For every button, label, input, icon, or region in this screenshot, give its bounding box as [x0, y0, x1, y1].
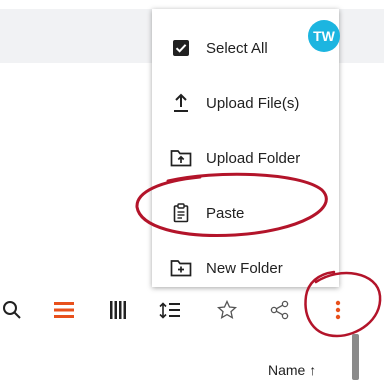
star-icon[interactable] — [215, 298, 239, 322]
name-column-header[interactable]: Name ↑ — [268, 362, 316, 378]
menu-item-upload-files[interactable]: Upload File(s) — [152, 78, 339, 128]
menu-item-label: Paste — [206, 204, 245, 222]
scrollbar-thumb[interactable] — [352, 334, 359, 380]
menu-item-label: Upload Folder — [206, 149, 301, 167]
sort-icon[interactable] — [158, 298, 182, 322]
column-view-icon[interactable] — [106, 298, 130, 322]
folder-plus-icon — [170, 257, 192, 279]
avatar-initials: TW — [313, 28, 335, 44]
clipboard-icon — [170, 202, 192, 224]
upload-icon — [170, 92, 192, 114]
search-icon[interactable] — [0, 298, 24, 322]
context-menu: Select All Upload File(s) Upload Folder … — [152, 9, 339, 287]
toolbar — [0, 288, 384, 332]
folder-upload-icon — [170, 147, 192, 169]
menu-item-upload-folder[interactable]: Upload Folder — [152, 133, 339, 183]
menu-item-label: Select All — [206, 39, 268, 57]
menu-item-new-folder[interactable]: New Folder — [152, 243, 339, 293]
sort-label: Name ↑ — [268, 362, 317, 378]
menu-item-label: New Folder — [206, 259, 283, 277]
list-view-icon[interactable] — [52, 298, 76, 322]
checkbox-checked-icon — [170, 37, 192, 59]
menu-item-label: Upload File(s) — [206, 94, 300, 112]
menu-item-paste[interactable]: Paste — [152, 188, 339, 238]
more-vertical-icon[interactable] — [326, 298, 350, 322]
avatar[interactable]: TW — [308, 20, 340, 52]
share-icon[interactable] — [268, 298, 292, 322]
